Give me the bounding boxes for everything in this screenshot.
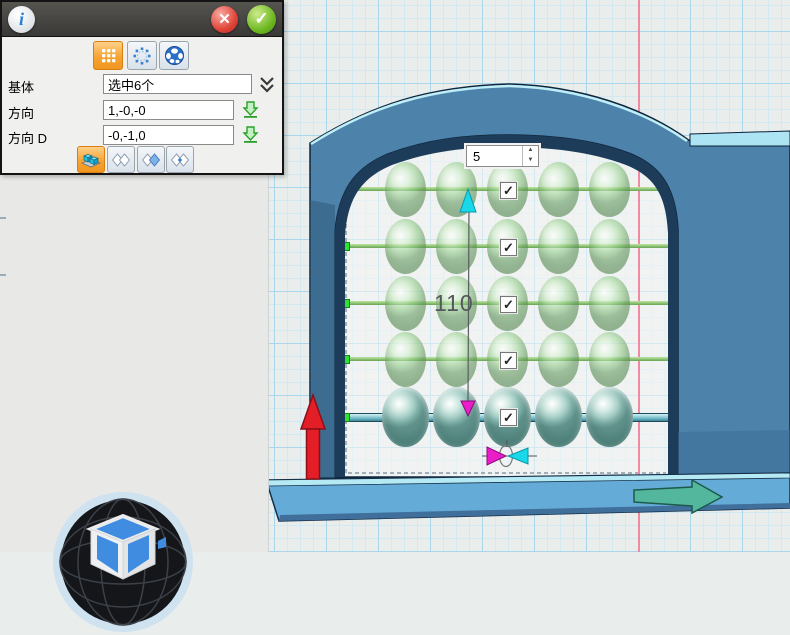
diamond-filled-icon: [142, 153, 160, 167]
sphere-pattern-icon: [164, 45, 185, 66]
diamond-center-dot-icon: [171, 153, 189, 167]
expand-chevrons-icon[interactable]: [258, 75, 276, 95]
rod-endpoint-marker: [341, 242, 350, 251]
ok-button[interactable]: ✓: [247, 5, 276, 34]
cancel-button[interactable]: ✕: [211, 6, 238, 33]
preview-bead: [385, 219, 426, 274]
preview-bead: [436, 219, 477, 274]
rod-endpoint-marker: [341, 413, 350, 422]
option-boxes-layout[interactable]: [77, 146, 105, 173]
preview-bead: [385, 332, 426, 387]
spinner-up-icon[interactable]: ▲: [523, 146, 538, 156]
tab-linear-pattern[interactable]: [93, 41, 123, 70]
ruler-tick: [0, 217, 6, 219]
spinner-arrows[interactable]: ▲ ▼: [522, 146, 538, 166]
preview-bead: [385, 276, 426, 331]
instance-toggle-checkbox[interactable]: ✓: [500, 409, 517, 426]
preview-bead: [589, 332, 630, 387]
info-icon[interactable]: i: [8, 6, 35, 33]
rod-endpoint-marker: [341, 355, 350, 364]
base-bead[interactable]: [382, 387, 429, 447]
direction2-field-label: 方向 D: [8, 128, 47, 147]
preview-bead: [436, 162, 477, 217]
ruler-tick: [0, 274, 6, 276]
instance-toggle-checkbox[interactable]: ✓: [500, 239, 517, 256]
navigation-ball[interactable]: [50, 489, 196, 635]
preview-bead: [538, 219, 579, 274]
spinner-down-icon[interactable]: ▼: [523, 156, 538, 166]
instance-toggle-checkbox[interactable]: ✓: [500, 296, 517, 313]
preview-bead: [436, 332, 477, 387]
preview-bead: [538, 162, 579, 217]
option-diamond-pair[interactable]: [107, 146, 135, 173]
base-bead[interactable]: [433, 387, 480, 447]
pick-direction2-icon[interactable]: [241, 125, 260, 144]
direction1-input[interactable]: [103, 100, 234, 120]
preview-bead: [589, 276, 630, 331]
option-diamond-filled[interactable]: [137, 146, 165, 173]
preview-bead: [589, 162, 630, 217]
preview-bead: [589, 219, 630, 274]
option-diamond-center-dot[interactable]: [166, 146, 194, 173]
direction1-field-label: 方向: [8, 103, 34, 122]
direction2-input[interactable]: [103, 125, 234, 145]
linear-pattern-icon: [100, 47, 117, 64]
tab-circular-pattern[interactable]: [127, 41, 157, 70]
pattern-command-dialog: i ✕ ✓ 基体 方向: [0, 0, 284, 175]
rod-endpoint-marker: [341, 299, 350, 308]
instance-toggle-checkbox[interactable]: ✓: [500, 182, 517, 199]
preview-bead: [538, 276, 579, 331]
instance-count-spinner[interactable]: ▲ ▼: [466, 145, 539, 167]
dialog-titlebar: i ✕ ✓: [2, 2, 282, 37]
rod-endpoint-marker: [341, 185, 350, 194]
boxes-layout-icon: [81, 151, 101, 169]
instance-toggle-checkbox[interactable]: ✓: [500, 352, 517, 369]
circular-pattern-icon: [132, 46, 152, 66]
base-selection-input[interactable]: [103, 74, 252, 94]
base-bead[interactable]: [586, 387, 633, 447]
pick-direction1-icon[interactable]: [241, 100, 260, 119]
tab-sphere-pattern[interactable]: [159, 41, 189, 70]
app-window: { "dialog": { "titlebar": { "info_glyph"…: [0, 0, 790, 552]
diamond-pair-icon: [112, 153, 130, 167]
preview-bead: [538, 332, 579, 387]
base-field-label: 基体: [8, 77, 34, 96]
instance-count-input[interactable]: [467, 146, 522, 166]
preview-bead: [385, 162, 426, 217]
base-bead[interactable]: [535, 387, 582, 447]
dimension-value[interactable]: 110: [434, 290, 474, 317]
